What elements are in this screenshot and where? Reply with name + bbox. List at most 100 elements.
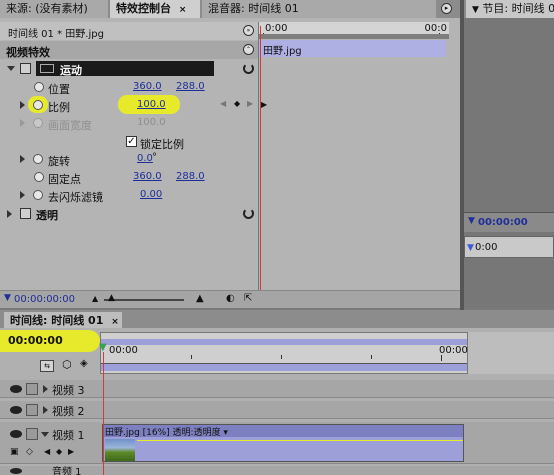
panel-menu-icon[interactable]: ▸	[441, 3, 452, 14]
zoom-out-icon[interactable]: ▲	[92, 294, 98, 303]
stopwatch-icon[interactable]	[34, 82, 44, 92]
track-video1-label: 视频 1	[52, 429, 85, 442]
expand-scale-icon[interactable]	[20, 101, 25, 109]
position-row: 位置 360.0 288.0	[0, 78, 258, 96]
ec-zoom-thumb[interactable]: ▲	[108, 293, 115, 303]
stopwatch-icon[interactable]	[33, 154, 43, 164]
program-ruler[interactable]: 0:00 ▼	[464, 236, 554, 258]
position-x-value[interactable]: 360.0	[133, 81, 162, 92]
program-playhead-icon[interactable]: ▼	[467, 243, 474, 253]
stopwatch-icon[interactable]	[33, 100, 43, 110]
speaker-icon[interactable]	[10, 468, 22, 474]
close-icon[interactable]: ×	[111, 317, 119, 327]
work-area-bar[interactable]	[101, 339, 467, 345]
anti-flicker-value[interactable]: 0.00	[140, 189, 162, 200]
expand-track-icon[interactable]	[43, 406, 48, 414]
opacity-label: 透明	[36, 209, 58, 222]
ec-zoom-slider[interactable]	[104, 299, 184, 301]
motion-effect-row[interactable]: 运动	[0, 60, 258, 78]
ec-timecode[interactable]: 00:00:00:00	[14, 294, 75, 305]
tab-program[interactable]: ▼ 节目: 时间线 01	[466, 0, 554, 18]
ec-bottom-bar: ▼ 00:00:00:00 ▲ ▲ ▲ ◐ ⇱	[0, 290, 460, 308]
program-timecode-bar: ▼ 00:00:00	[464, 212, 554, 232]
anti-flicker-row: 去闪烁滤镜 0.00	[0, 186, 258, 204]
eye-icon[interactable]	[10, 406, 22, 414]
uniform-scale-checkbox[interactable]: ✓	[126, 136, 137, 147]
ruler-tick	[371, 355, 372, 359]
display-style-icon[interactable]: ▣	[10, 447, 19, 457]
lock-toggle[interactable]	[26, 404, 38, 416]
keyframe-nav-icon[interactable]: ◈	[80, 358, 88, 369]
clip-thumbnail	[105, 439, 135, 461]
scale-label: 比例	[48, 101, 70, 114]
clip-header: 时间线 01 * 田野.jpg »	[0, 22, 258, 40]
expand-rotation-icon[interactable]	[20, 155, 25, 163]
render-icon[interactable]: ◐	[226, 293, 235, 304]
position-label: 位置	[48, 83, 70, 96]
anchor-x-value[interactable]: 360.0	[133, 171, 162, 182]
expand-track-icon[interactable]	[43, 385, 48, 393]
timeline-tab-label: 时间线: 时间线 01	[10, 314, 104, 327]
timeline-playhead[interactable]	[103, 352, 104, 475]
zoom-in-icon[interactable]: ▲	[196, 293, 204, 304]
track-video3: 视频 3	[0, 380, 554, 398]
opacity-rubberband[interactable]	[137, 440, 463, 441]
ec-zoom-bar[interactable]	[259, 34, 449, 39]
position-y-value[interactable]: 288.0	[176, 81, 205, 92]
timeline-ruler[interactable]: 00:00 00:00:05:00	[100, 332, 500, 374]
rotation-value[interactable]: 0.0	[137, 153, 153, 164]
prev-keyframe-icon[interactable]: ◀	[220, 99, 226, 108]
close-icon[interactable]: ×	[179, 5, 187, 15]
next-keyframe-icon[interactable]: ▶	[68, 447, 74, 456]
reset-icon[interactable]	[243, 208, 254, 219]
next-keyframe-icon[interactable]: ▶	[247, 99, 253, 108]
chevron-down-icon[interactable]: ▼	[472, 5, 479, 15]
add-keyframe-icon[interactable]: ◆	[56, 447, 62, 456]
expand-opacity-icon[interactable]	[7, 210, 12, 218]
reset-icon[interactable]	[243, 63, 254, 74]
opacity-effect-row[interactable]: 透明	[0, 205, 258, 223]
uniform-scale-row: ✓ 锁定比例	[0, 133, 258, 151]
stopwatch-icon[interactable]	[33, 190, 43, 200]
tab-source[interactable]: 来源: (没有素材)	[0, 0, 108, 18]
snap-icon[interactable]: ⇆	[40, 360, 54, 372]
keyframe-toggle-icon[interactable]: ◇	[26, 447, 33, 457]
tab-effect-controls[interactable]: 特效控制台 ×	[110, 0, 200, 18]
lock-toggle[interactable]	[26, 428, 38, 440]
scale-value[interactable]: 100.0	[137, 99, 166, 110]
marker-icon[interactable]: ⬡	[62, 358, 72, 371]
timeline-zoom-scroll[interactable]	[101, 363, 467, 371]
scale-width-row: 画面宽度 100.0	[0, 114, 258, 132]
rotation-row: 旋转 0.0 °	[0, 150, 258, 168]
collapse-track-icon[interactable]	[41, 432, 49, 437]
timeline-timecode[interactable]: 00:00:00	[8, 334, 63, 347]
keyframe-marker[interactable]: ▶	[261, 100, 267, 109]
fx-toggle-opacity[interactable]	[20, 208, 31, 219]
scale-width-label: 画面宽度	[48, 119, 92, 132]
scale-width-value: 100.0	[137, 117, 166, 128]
expand-motion-icon[interactable]	[7, 66, 15, 71]
timeline-clip[interactable]: 田野.jpg [16%] 透明:透明度 ▾	[102, 424, 464, 462]
export-icon[interactable]: ⇱	[244, 293, 252, 304]
eye-icon[interactable]	[10, 430, 22, 438]
expand-anti-flicker-icon[interactable]	[20, 191, 25, 199]
stopwatch-icon[interactable]	[34, 172, 44, 182]
scroll-up-icon[interactable]: ⌃	[243, 44, 254, 55]
track-video1: 视频 1 ▣ ◇ ◀ ◆ ▶ 田野.jpg [16%] 透明:透明度 ▾	[0, 422, 554, 464]
fx-toggle-motion[interactable]	[20, 63, 31, 74]
program-timecode[interactable]: 00:00:00	[478, 217, 528, 228]
ec-column-divider[interactable]	[258, 22, 259, 290]
add-keyframe-icon[interactable]: ◆	[234, 99, 240, 108]
ec-clip-bar[interactable]: 田野.jpg	[259, 40, 446, 57]
track-video2: 视频 2	[0, 401, 554, 419]
tab-effect-controls-label: 特效控制台	[116, 2, 171, 15]
clip-label[interactable]: 田野.jpg [16%] 透明:透明度 ▾	[105, 425, 228, 438]
ec-playhead[interactable]	[260, 26, 261, 290]
toggle-timeline-view-icon[interactable]: »	[243, 25, 254, 36]
prev-keyframe-icon[interactable]: ◀	[44, 447, 50, 456]
tab-mixer[interactable]: 混音器: 时间线 01	[202, 0, 436, 18]
anchor-y-value[interactable]: 288.0	[176, 171, 205, 182]
lock-toggle[interactable]	[26, 383, 38, 395]
eye-icon[interactable]	[10, 385, 22, 393]
tab-program-label: 节目: 时间线 01	[482, 2, 554, 15]
